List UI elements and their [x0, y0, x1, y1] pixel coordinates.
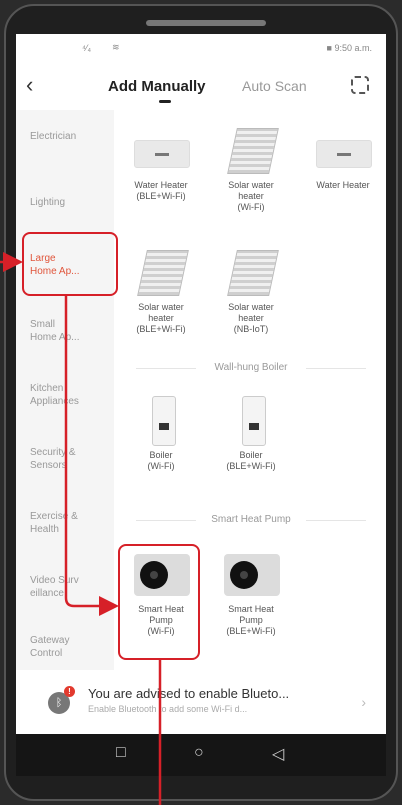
boiler-image — [130, 394, 192, 446]
sidebar-item-small-home-appliances[interactable]: Small Home Ap... — [30, 318, 110, 344]
product-water-heater-ble-wifi[interactable]: Water Heater (BLE+Wi-Fi) — [118, 124, 204, 202]
product-boiler-ble-wifi[interactable]: Boiler (BLE+Wi-Fi) — [208, 394, 294, 472]
product-water-heater[interactable]: Water Heater — [300, 124, 386, 191]
sidebar-item-electrician[interactable]: Electrician — [30, 130, 110, 143]
product-label: Water Heater — [316, 180, 370, 190]
banner-title: You are advised to enable Blueto... — [88, 686, 290, 701]
bluetooth-banner[interactable]: ᛒ ! You are advised to enable Blueto... … — [26, 680, 376, 728]
back-icon[interactable]: ‹ — [26, 72, 33, 98]
sidebar-item-video-surveillance[interactable]: Video Surv eillance — [30, 574, 110, 600]
sidebar-item-lighting[interactable]: Lighting — [30, 196, 110, 209]
header: ‹ Add Manually Auto Scan — [16, 62, 386, 110]
product-boiler-wifi[interactable]: Boiler (Wi-Fi) — [118, 394, 204, 472]
product-solar-water-heater-ble-wifi[interactable]: Solar water heater (BLE+Wi-Fi) — [118, 246, 204, 335]
tab-indicator — [159, 100, 171, 103]
solar-panel-image — [130, 246, 192, 298]
signal-icon: ⁴⁄₄ — [82, 43, 92, 53]
home-icon[interactable]: ○ — [194, 744, 204, 762]
product-label: Solar water heater (Wi-Fi) — [228, 180, 274, 212]
banner-subtitle: Enable Bluetooth to add some Wi-Fi d... — [88, 704, 248, 714]
screen: ⁴⁄₄ ≋ ■ 9:50 a.m. ‹ Add Manually Auto Sc… — [16, 34, 386, 776]
highlight-box-large-home-appliances — [22, 232, 118, 296]
chevron-right-icon[interactable]: › — [361, 694, 366, 710]
speaker — [146, 20, 266, 26]
water-heater-image — [312, 124, 374, 176]
status-time: ■ 9:50 a.m. — [326, 43, 372, 53]
status-bar: ⁴⁄₄ ≋ ■ 9:50 a.m. — [16, 34, 386, 62]
sidebar-item-gateway-control[interactable]: Gateway Control — [30, 634, 110, 660]
product-smart-heat-pump-ble-wifi[interactable]: Smart Heat Pump (BLE+Wi-Fi) — [208, 548, 294, 637]
recent-apps-icon[interactable]: □ — [116, 744, 126, 762]
product-label: Boiler (BLE+Wi-Fi) — [226, 450, 276, 471]
water-heater-image — [130, 124, 192, 176]
product-label: Water Heater (BLE+Wi-Fi) — [134, 180, 188, 201]
back-nav-icon[interactable]: ◁ — [272, 744, 284, 764]
section-title-heat-pump: Smart Heat Pump — [116, 514, 386, 525]
tab-auto-scan[interactable]: Auto Scan — [242, 78, 307, 94]
product-solar-water-heater-nbiot[interactable]: Solar water heater (NB-IoT) — [208, 246, 294, 335]
scan-icon[interactable] — [351, 76, 369, 94]
alert-badge: ! — [64, 686, 75, 697]
solar-panel-image — [220, 246, 282, 298]
sidebar-item-kitchen-appliances[interactable]: Kitchen Appliances — [30, 382, 110, 408]
section-title-boiler: Wall-hung Boiler — [116, 362, 386, 373]
category-sidebar: Electrician Lighting Large Home Ap... Sm… — [16, 110, 114, 670]
heat-pump-image — [220, 548, 282, 600]
tab-add-manually[interactable]: Add Manually — [108, 78, 206, 95]
android-nav-bar: □ ○ ◁ — [16, 734, 386, 776]
highlight-box-smart-heat-pump — [118, 544, 200, 660]
product-label: Boiler (Wi-Fi) — [147, 450, 175, 471]
product-label: Smart Heat Pump (BLE+Wi-Fi) — [226, 604, 276, 636]
product-label: Solar water heater (NB-IoT) — [228, 302, 274, 334]
sidebar-item-exercise-health[interactable]: Exercise & Health — [30, 510, 110, 536]
product-solar-water-heater-wifi[interactable]: Solar water heater (Wi-Fi) — [208, 124, 294, 213]
product-label: Solar water heater (BLE+Wi-Fi) — [136, 302, 186, 334]
solar-panel-image — [220, 124, 282, 176]
sidebar-item-security-sensors[interactable]: Security & Sensors — [30, 446, 110, 472]
boiler-image — [220, 394, 282, 446]
wifi-icon: ≋ — [112, 42, 120, 52]
